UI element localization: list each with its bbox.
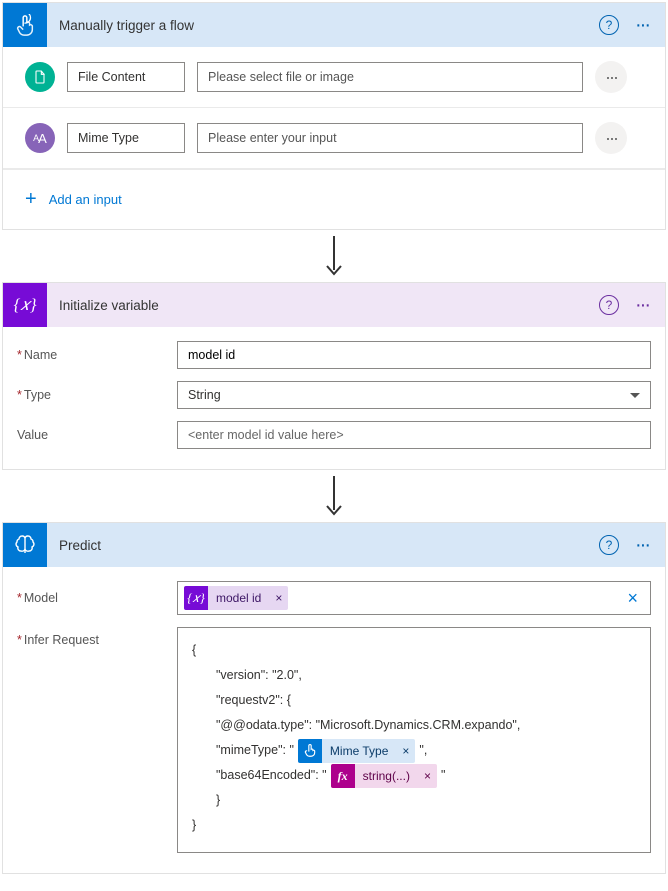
add-input-button[interactable]: + Add an input bbox=[3, 169, 665, 229]
trigger-title: Manually trigger a flow bbox=[59, 18, 599, 33]
model-input[interactable]: {𝑥} model id × × bbox=[177, 581, 651, 615]
touch-icon bbox=[3, 3, 47, 47]
connector-arrow bbox=[2, 230, 666, 282]
token-label: string(...) bbox=[355, 764, 418, 788]
json-text: "mimeType": " bbox=[216, 738, 294, 763]
file-content-input[interactable]: Please select file or image bbox=[197, 62, 583, 92]
input-row-file-content: File Content Please select file or image… bbox=[3, 47, 665, 108]
initialize-variable-card: {𝑥} Initialize variable ? ··· Name Type … bbox=[2, 282, 666, 470]
mime-type-label[interactable]: Mime Type bbox=[67, 123, 185, 153]
value-label: Value bbox=[17, 428, 167, 442]
variable-icon: {𝑥} bbox=[184, 586, 208, 610]
type-select[interactable]: String bbox=[177, 381, 651, 409]
more-menu-button[interactable]: ··· bbox=[631, 540, 653, 550]
text-icon: AA bbox=[25, 123, 55, 153]
json-text: "base64Encoded": " bbox=[216, 763, 327, 788]
variable-icon: {𝑥} bbox=[3, 283, 47, 327]
json-text: ", bbox=[419, 738, 427, 763]
json-text: " bbox=[441, 763, 445, 788]
name-label: Name bbox=[17, 348, 167, 362]
more-menu-button[interactable]: ··· bbox=[631, 20, 653, 30]
json-text: "@@odata.type": "Microsoft.Dynamics.CRM.… bbox=[192, 713, 636, 738]
token-string-expression[interactable]: fx string(...) × bbox=[331, 764, 437, 788]
token-label: model id bbox=[208, 586, 269, 610]
json-text: { bbox=[192, 638, 636, 663]
predict-header[interactable]: Predict ? ··· bbox=[3, 523, 665, 567]
fx-icon: fx bbox=[331, 764, 355, 788]
token-remove-button[interactable]: × bbox=[269, 586, 288, 610]
token-model-id[interactable]: {𝑥} model id × bbox=[184, 586, 288, 610]
type-selected-value: String bbox=[188, 388, 221, 402]
mime-type-input[interactable]: Please enter your input bbox=[197, 123, 583, 153]
type-label: Type bbox=[17, 388, 167, 402]
predict-card: Predict ? ··· Model {𝑥} model id × × Inf… bbox=[2, 522, 666, 874]
name-input[interactable] bbox=[177, 341, 651, 369]
file-content-label[interactable]: File Content bbox=[67, 62, 185, 92]
plus-icon: + bbox=[25, 188, 37, 211]
token-remove-button[interactable]: × bbox=[396, 739, 415, 763]
value-input[interactable] bbox=[177, 421, 651, 449]
token-mime-type[interactable]: Mime Type × bbox=[298, 739, 415, 763]
file-icon bbox=[25, 62, 55, 92]
json-text: "version": "2.0", bbox=[192, 663, 636, 688]
more-menu-button[interactable]: ··· bbox=[631, 300, 653, 310]
clear-button[interactable]: × bbox=[621, 588, 644, 609]
initvar-header[interactable]: {𝑥} Initialize variable ? ··· bbox=[3, 283, 665, 327]
file-content-more-button[interactable]: ··· bbox=[595, 61, 627, 93]
predict-title: Predict bbox=[59, 538, 599, 553]
token-label: Mime Type bbox=[322, 739, 396, 763]
chevron-down-icon bbox=[630, 393, 640, 398]
mime-type-more-button[interactable]: ··· bbox=[595, 122, 627, 154]
infer-request-input[interactable]: { "version": "2.0", "requestv2": { "@@od… bbox=[177, 627, 651, 853]
brain-icon bbox=[3, 523, 47, 567]
input-row-mime-type: AA Mime Type Please enter your input ··· bbox=[3, 108, 665, 169]
json-text: } bbox=[192, 788, 636, 813]
connector-arrow bbox=[2, 470, 666, 522]
json-text: } bbox=[192, 813, 636, 838]
json-text: "requestv2": { bbox=[192, 688, 636, 713]
touch-icon bbox=[298, 739, 322, 763]
infer-request-label: Infer Request bbox=[17, 627, 167, 647]
initvar-title: Initialize variable bbox=[59, 298, 599, 313]
trigger-header[interactable]: Manually trigger a flow ? ··· bbox=[3, 3, 665, 47]
token-remove-button[interactable]: × bbox=[418, 764, 437, 788]
help-icon[interactable]: ? bbox=[599, 15, 619, 35]
add-input-label: Add an input bbox=[49, 192, 122, 207]
model-label: Model bbox=[17, 591, 167, 605]
trigger-card: Manually trigger a flow ? ··· File Conte… bbox=[2, 2, 666, 230]
help-icon[interactable]: ? bbox=[599, 295, 619, 315]
help-icon[interactable]: ? bbox=[599, 535, 619, 555]
